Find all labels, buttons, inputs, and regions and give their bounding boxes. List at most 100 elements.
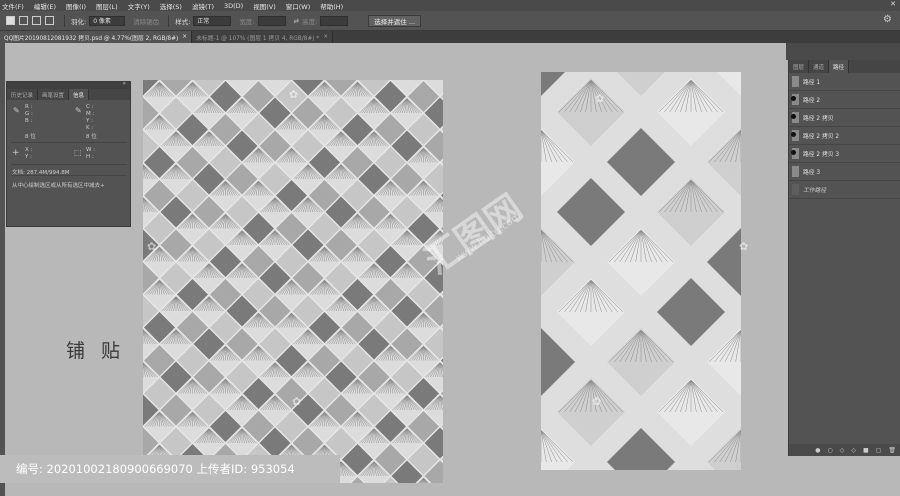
tab-paths[interactable]: 路径 <box>829 60 850 73</box>
menu-image[interactable]: 图像(I) <box>66 1 86 11</box>
path-thumbnail <box>791 94 799 105</box>
uploader-value: 953054 <box>250 462 295 476</box>
path-thumbnail <box>792 76 799 87</box>
tiled-pattern-canvas[interactable] <box>143 80 443 483</box>
menu-file[interactable]: 文件(F) <box>2 1 24 11</box>
add-mask-icon[interactable]: ■ <box>863 447 869 454</box>
image-info-footer: 编号: 20201002180900669070 上传者ID: 953054 <box>0 455 340 483</box>
selection-size-icon: ⬚ <box>74 148 82 157</box>
panel-tabs: 图层 通道 路径 <box>789 60 900 73</box>
menu-filter[interactable]: 滤镜(T) <box>192 1 214 11</box>
panel-footer: ● ○ ◇ ◇ ■ ▢ 🗑 <box>789 444 900 456</box>
path-item[interactable]: 路径 2 拷贝 <box>789 109 900 127</box>
tiled-pattern-artwork <box>143 80 443 483</box>
h-label: H : <box>86 154 94 160</box>
bit-depth-label: 8 位 <box>25 134 36 140</box>
watermark-logo-icon: ✿ <box>147 240 157 253</box>
eyedropper-icon: ✎ <box>13 106 20 115</box>
new-selection-icon[interactable] <box>6 16 15 25</box>
menu-layer[interactable]: 图层(L) <box>96 1 118 11</box>
info-panel: » 历史记录 画笔设置 信息 ✎ R : G : B : 8 位 ✎ C : M… <box>6 80 131 227</box>
path-name: 路径 2 拷贝 3 <box>803 152 840 158</box>
single-tile-canvas[interactable] <box>541 72 741 470</box>
y-coord-label: Y : <box>25 154 32 160</box>
panel-header[interactable]: » <box>7 80 130 89</box>
b-label: B : <box>25 118 33 124</box>
divider <box>11 175 127 176</box>
c-label: C : <box>86 104 94 110</box>
tab-document-1[interactable]: QQ图片20190812081932 拷贝.psd @ 4.77%(图层 2, … <box>0 31 193 43</box>
intersect-selection-icon[interactable] <box>45 16 54 25</box>
add-selection-icon[interactable] <box>19 16 28 25</box>
close-tab-icon[interactable]: × <box>182 34 187 40</box>
settings-icon[interactable]: ⚙ <box>883 14 892 25</box>
watermark-logo-icon: ✿ <box>595 92 605 105</box>
width-input[interactable] <box>257 15 286 26</box>
tab-document-2[interactable]: 未标题-1 @ 107% (图层 1 拷贝 4, RGB/8#) * × <box>192 31 334 43</box>
tab-history[interactable]: 历史记录 <box>7 89 39 100</box>
tool-hint: 从中心绘制选区或从所有选区中减去+ <box>12 183 105 189</box>
path-item[interactable]: 路径 2 拷贝 2 <box>789 127 900 145</box>
menu-select[interactable]: 选择(S) <box>160 1 182 11</box>
height-label: 高度: <box>302 17 318 26</box>
menu-edit[interactable]: 编辑(E) <box>34 1 56 11</box>
tab-layers[interactable]: 图层 <box>789 60 810 73</box>
tile-label: 铺 贴 <box>66 340 126 362</box>
panel-dock-header <box>786 43 900 60</box>
separator <box>64 14 65 27</box>
toolbox-strip <box>0 43 5 496</box>
tab-info[interactable]: 信息 <box>69 89 90 100</box>
path-thumbnail <box>792 166 799 177</box>
divider <box>11 142 127 143</box>
make-path-icon[interactable]: ◇ <box>851 447 856 454</box>
path-item[interactable]: 路径 1 <box>789 73 900 91</box>
k-label: K : <box>86 125 94 131</box>
fill-path-icon[interactable]: ● <box>815 447 820 454</box>
tab-channels[interactable]: 通道 <box>809 60 830 73</box>
menu-3d[interactable]: 3D(D) <box>224 2 243 10</box>
watermark-logo-icon: ✿ <box>592 395 602 408</box>
paths-panel: 图层 通道 路径 路径 1 路径 2 路径 2 拷贝 路径 2 拷贝 2 路径 … <box>788 60 900 456</box>
menu-view[interactable]: 视图(V) <box>253 1 276 11</box>
stroke-path-icon[interactable]: ○ <box>828 447 833 454</box>
subtract-selection-icon[interactable] <box>32 16 41 25</box>
tab-label: QQ图片20190812081932 拷贝.psd @ 4.77%(图层 2, … <box>4 35 179 42</box>
swap-icon[interactable]: ⇄ <box>294 17 299 25</box>
r-label: R : <box>25 104 33 110</box>
collapse-icon[interactable]: » <box>122 80 126 87</box>
bit-depth-label-2: 8 位 <box>86 134 97 140</box>
height-input[interactable] <box>320 15 349 26</box>
select-and-mask-button[interactable]: 选择并遮住 ... <box>368 14 422 27</box>
menu-help[interactable]: 帮助(H) <box>320 1 343 11</box>
close-window-icon[interactable]: ✕ <box>890 0 896 8</box>
menu-window[interactable]: 窗口(W) <box>286 1 311 11</box>
tab-label: 未标题-1 @ 107% (图层 1 拷贝 4, RGB/8#) * <box>196 35 320 42</box>
path-name: 路径 2 拷贝 <box>803 116 834 122</box>
x-label: X : <box>25 147 33 153</box>
path-item[interactable]: 路径 2 拷贝 3 <box>789 145 900 163</box>
close-tab-icon[interactable]: × <box>323 34 328 40</box>
feather-input[interactable]: 0 像素 <box>89 15 126 26</box>
load-selection-icon[interactable]: ◇ <box>840 447 845 454</box>
feather-label: 羽化: <box>71 17 87 26</box>
path-item[interactable]: 路径 3 <box>789 163 900 181</box>
path-name: 路径 2 <box>803 98 821 104</box>
path-name: 路径 3 <box>803 170 821 176</box>
width-label: 宽度: <box>239 17 255 26</box>
m-label: M : <box>86 111 95 117</box>
single-tile-artwork <box>541 72 741 470</box>
path-item[interactable]: 工作路径 <box>789 181 900 199</box>
path-name: 路径 1 <box>803 80 821 86</box>
tab-brush-settings[interactable]: 画笔设置 <box>38 89 70 100</box>
path-name: 工作路径 <box>803 188 827 194</box>
menu-type[interactable]: 文字(Y) <box>128 1 150 11</box>
watermark-logo-icon: ✿ <box>289 88 299 101</box>
delete-path-icon[interactable]: 🗑 <box>888 447 896 454</box>
path-item[interactable]: 路径 2 <box>789 91 900 109</box>
antialias-checkbox[interactable]: 消除锯齿 <box>133 16 159 26</box>
uploader-label: 上传者ID: <box>196 462 248 476</box>
new-path-icon[interactable]: ▢ <box>876 447 882 454</box>
style-select[interactable]: 正常 <box>193 15 232 26</box>
path-thumbnail <box>791 130 799 141</box>
y-label: Y : <box>86 118 93 124</box>
